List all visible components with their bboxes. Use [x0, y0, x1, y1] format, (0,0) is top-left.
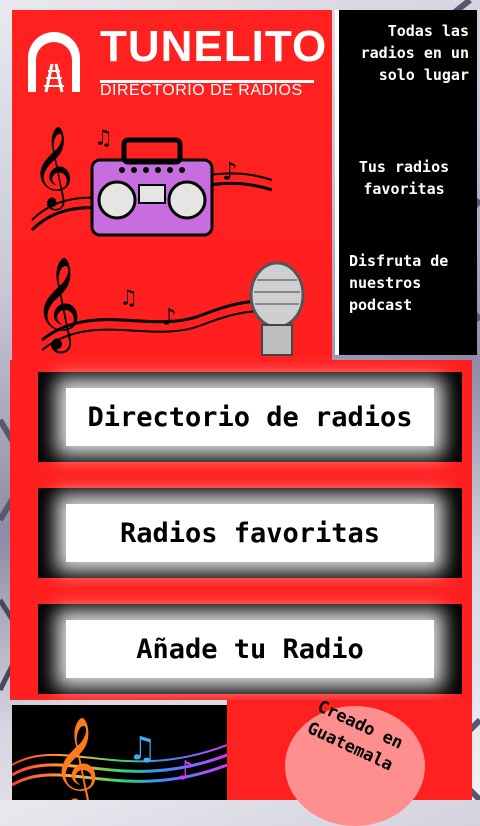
svg-text:♪: ♪ — [222, 157, 238, 187]
music-notes-icon: 𝄞 ♫ ♪ — [12, 716, 227, 800]
app-title: TUNELITO — [100, 22, 328, 71]
svg-text:𝄞: 𝄞 — [34, 256, 81, 353]
svg-text:𝄞: 𝄞 — [52, 716, 99, 800]
svg-text:♪: ♪ — [162, 303, 176, 331]
svg-text:♫: ♫ — [97, 126, 110, 151]
info-text-favorites: Tus radios favoritas — [358, 158, 450, 198]
app-screen: TUNELITO DIRECTORIO DE RADIOS 𝄞 ♪ ♫ 𝄞 ♫ … — [0, 0, 480, 826]
info-text-podcast: Disfruta de nuestros podcast — [349, 252, 449, 314]
music-notes-banner: 𝄞 ♫ ♪ — [12, 705, 227, 800]
menu-button-add-frame: Añade tu Radio — [38, 604, 462, 694]
boombox-illustration: 𝄞 ♪ ♫ — [30, 125, 272, 237]
microphone-illustration: 𝄞 ♫ ♪ — [34, 256, 305, 356]
logo-header: TUNELITO DIRECTORIO DE RADIOS 𝄞 ♪ ♫ — [12, 10, 332, 240]
svg-text:♫: ♫ — [122, 286, 135, 311]
boombox-icon — [90, 137, 214, 237]
svg-text:𝄞: 𝄞 — [32, 125, 73, 210]
info-panel: Todas las radios en un solo lugar Tus ra… — [335, 10, 477, 355]
svg-text:♪: ♪ — [177, 754, 194, 787]
menu-button-favorites-frame: Radios favoritas — [38, 488, 462, 578]
tunnel-rails-icon — [28, 32, 80, 93]
menu-button-directory-frame: Directorio de radios — [38, 372, 462, 462]
directory-button[interactable]: Directorio de radios — [66, 388, 434, 446]
app-subtitle: DIRECTORIO DE RADIOS — [100, 82, 303, 99]
info-text-all-radios: Todas las radios en un solo lugar — [360, 22, 469, 84]
microphone-banner: 𝄞 ♫ ♪ — [12, 240, 332, 360]
svg-text:♫: ♫ — [132, 729, 152, 769]
favorites-button[interactable]: Radios favoritas — [66, 504, 434, 562]
add-radio-button[interactable]: Añade tu Radio — [66, 620, 434, 678]
microphone-icon — [249, 261, 305, 356]
menu-area: Directorio de radios Radios favoritas Añ… — [10, 360, 472, 700]
